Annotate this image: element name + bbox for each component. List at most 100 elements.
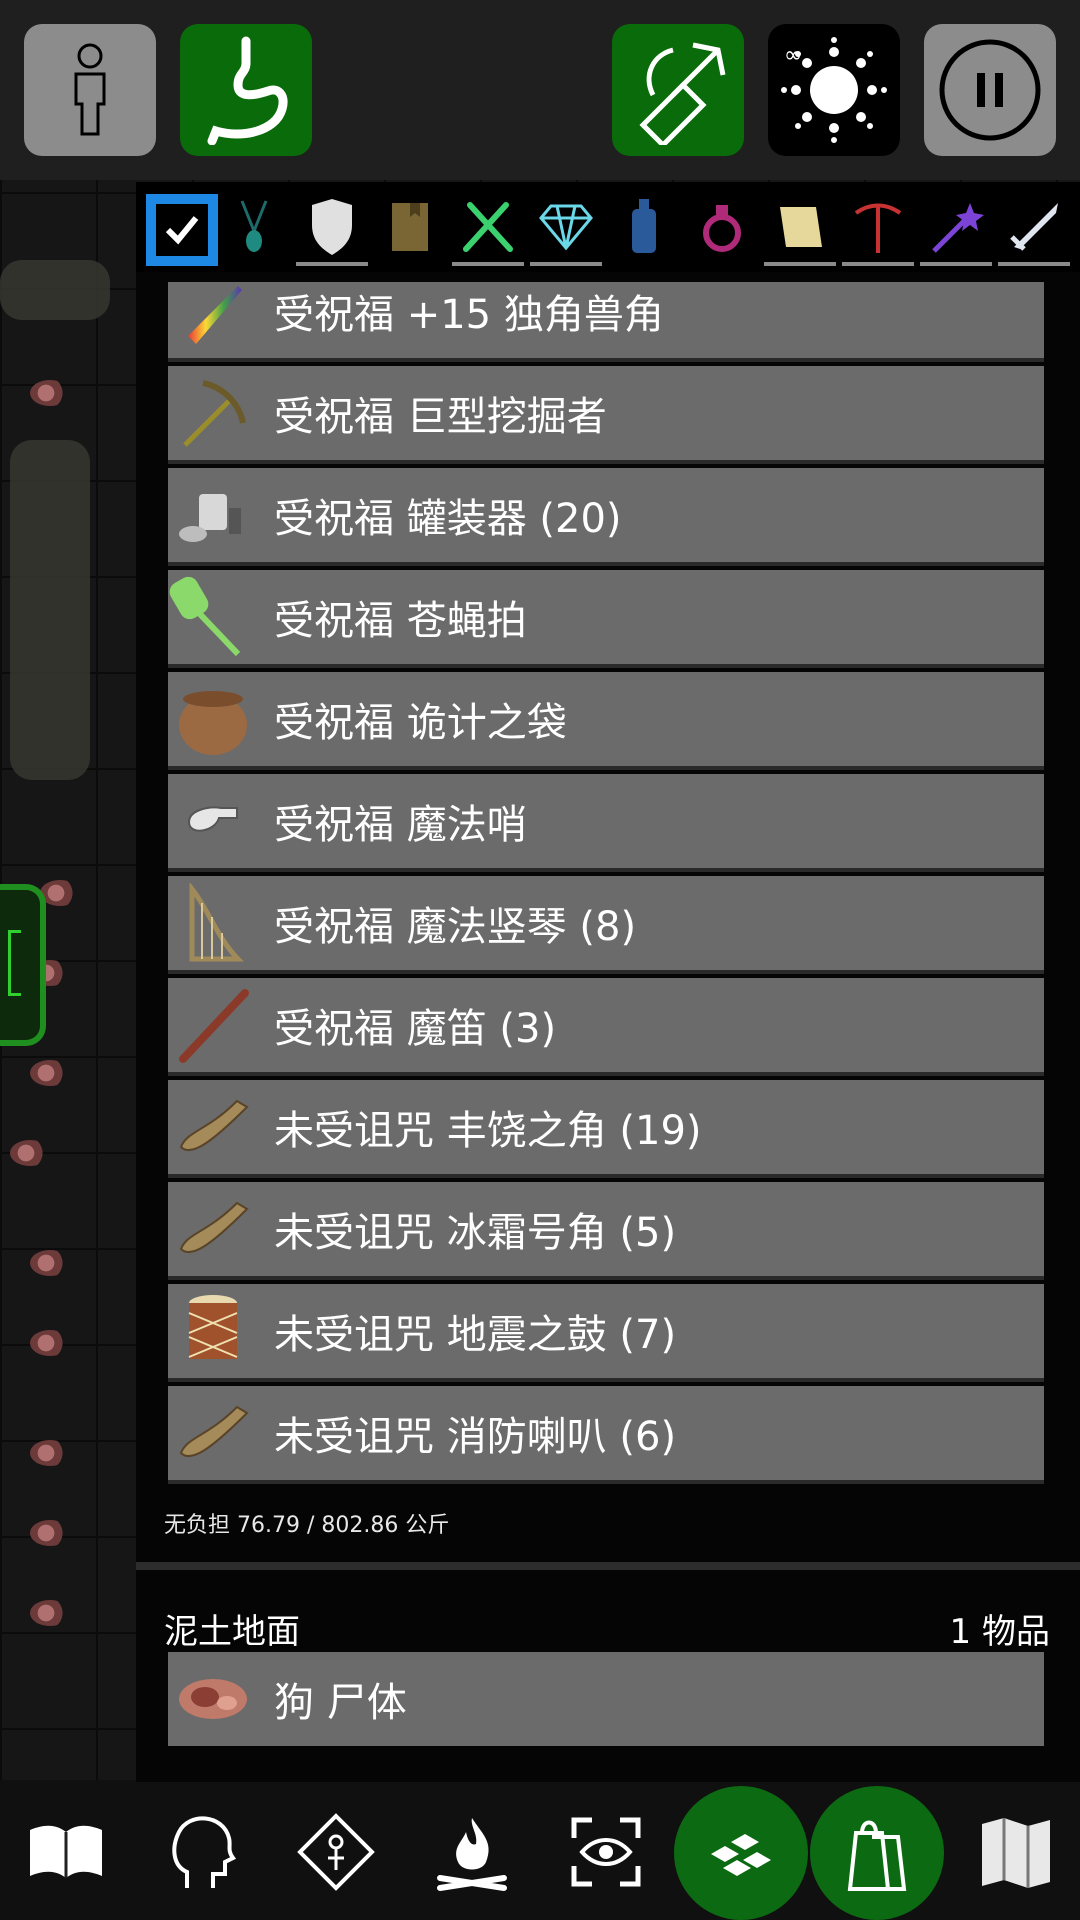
pickaxe-tab-icon <box>854 203 902 253</box>
sparkle-burst-icon: ∞ <box>781 37 887 143</box>
book-icon <box>392 203 428 251</box>
bags-icon <box>847 1820 907 1891</box>
top-toolbar: ∞ <box>0 0 1080 180</box>
spell-button[interactable]: ∞ <box>768 24 900 156</box>
inventory-item[interactable]: 受祝福 诡计之袋 <box>168 672 1044 770</box>
inventory-item[interactable]: 未受诅咒 消防喇叭 (6) <box>168 1386 1044 1484</box>
map-corpse-marker <box>30 380 70 406</box>
flyswatter-icon <box>169 576 241 657</box>
look-button[interactable] <box>556 1802 656 1902</box>
map-corpse-marker <box>40 880 80 906</box>
left-edge-toggle[interactable] <box>0 884 46 1046</box>
pause-icon <box>939 39 1041 141</box>
sword-icon <box>1010 203 1058 251</box>
tab-scrolls[interactable] <box>764 194 836 266</box>
item-label: 受祝福 +15 独角兽角 <box>274 292 664 338</box>
horn-icon <box>179 1405 249 1458</box>
unicorn-horn-icon <box>188 286 242 344</box>
chat-button[interactable] <box>152 1802 252 1902</box>
inventory-item[interactable]: 受祝福 罐装器 (20) <box>168 468 1044 566</box>
tab-wands[interactable] <box>920 194 992 266</box>
diamond-sigil-icon <box>297 1813 375 1891</box>
scroll-icon <box>780 207 822 247</box>
item-label: 受祝福 魔法竖琴 (8) <box>274 904 637 950</box>
hunger-status-button[interactable] <box>180 24 312 156</box>
inventory-item[interactable]: 受祝福 苍蝇拍 <box>168 570 1044 668</box>
map-corpse-marker <box>30 1250 70 1276</box>
inventory-item[interactable]: 受祝福 巨型挖掘者 <box>168 366 1044 464</box>
character-button[interactable] <box>24 24 156 156</box>
inventory-item[interactable]: 未受诅咒 丰饶之角 (19) <box>168 1080 1044 1178</box>
item-label: 未受诅咒 地震之鼓 (7) <box>274 1312 677 1358</box>
item-label: 受祝福 罐装器 (20) <box>274 496 622 542</box>
inventory-item-list[interactable]: 受祝福 +15 独角兽角 受祝福 巨型挖掘者 受祝福 罐装器 (20) 受祝福 … <box>168 282 1044 1662</box>
skills-button[interactable] <box>286 1802 386 1902</box>
tinning-kit-icon <box>179 494 241 542</box>
tab-gems[interactable] <box>530 194 602 266</box>
tab-rings[interactable] <box>686 194 758 260</box>
pickaxe-icon <box>183 380 246 447</box>
ring-icon <box>703 205 741 252</box>
quiver-button[interactable] <box>612 24 744 156</box>
tab-books[interactable] <box>374 194 446 260</box>
journal-button[interactable] <box>16 1802 116 1902</box>
inventory-panel: 受祝福 +15 独角兽角 受祝福 巨型挖掘者 受祝福 罐装器 (20) 受祝福 … <box>136 182 1080 1782</box>
harp-icon <box>189 883 245 962</box>
rest-button[interactable] <box>422 1802 522 1902</box>
floor-tiles-button[interactable] <box>674 1786 808 1920</box>
drum-icon <box>188 1295 238 1359</box>
floor-tiles-icon <box>711 1834 771 1876</box>
magic-wand-icon <box>932 203 984 253</box>
map-button[interactable] <box>966 1802 1066 1902</box>
item-label: 受祝福 苍蝇拍 <box>274 598 527 644</box>
pick-up-button[interactable] <box>810 1786 944 1920</box>
tab-weapons[interactable] <box>998 194 1070 266</box>
map-corpse-marker <box>10 1140 50 1166</box>
fork-knife-icon <box>463 202 513 252</box>
head-profile-icon <box>172 1816 237 1888</box>
pause-button[interactable] <box>924 24 1056 156</box>
map-corpse-marker <box>30 1060 70 1086</box>
horn-icon <box>179 1201 249 1254</box>
item-label: 未受诅咒 消防喇叭 (6) <box>274 1414 677 1460</box>
inventory-item[interactable]: 未受诅咒 冰霜号角 (5) <box>168 1182 1044 1280</box>
item-label: 受祝福 诡计之袋 <box>274 700 567 746</box>
open-book-icon <box>30 1825 102 1878</box>
tab-potions[interactable] <box>608 194 680 260</box>
eye-focus-icon <box>571 1817 641 1887</box>
item-label: 受祝福 魔笛 (3) <box>274 1006 557 1052</box>
diamond-icon <box>539 204 593 251</box>
map-corpse-marker <box>30 1440 70 1466</box>
rock-wall <box>10 440 90 780</box>
tab-amulets[interactable] <box>218 194 290 260</box>
inventory-item[interactable]: 受祝福 魔法哨 <box>168 774 1044 872</box>
inventory-item[interactable]: 受祝福 魔法竖琴 (8) <box>168 876 1044 974</box>
potion-bottle-icon <box>632 199 656 253</box>
inventory-item[interactable]: 未受诅咒 地震之鼓 (7) <box>168 1284 1044 1382</box>
map-corpse-marker <box>30 1520 70 1546</box>
inventory-item[interactable]: 受祝福 魔笛 (3) <box>168 978 1044 1076</box>
tab-armor[interactable] <box>296 194 368 266</box>
tab-tools[interactable] <box>842 194 914 266</box>
encumbrance-weight-text: 无负担 76.79 / 802.86 公斤 <box>164 1513 450 1538</box>
tab-all[interactable] <box>146 194 218 266</box>
person-icon <box>74 43 106 136</box>
inventory-item[interactable]: 受祝福 +15 独角兽角 <box>168 282 1044 362</box>
corpse-icon <box>179 1679 247 1719</box>
floor-item-count: 1 物品 <box>949 1612 1050 1652</box>
campfire-icon <box>437 1818 507 1891</box>
flute-icon <box>179 989 249 1063</box>
shield-icon <box>312 199 352 255</box>
bottom-toolbar <box>0 1784 1080 1920</box>
item-label: 未受诅咒 冰霜号角 (5) <box>274 1210 677 1256</box>
rock-wall <box>0 260 110 320</box>
svg-text:∞: ∞ <box>784 43 802 68</box>
item-label: 狗 尸体 <box>274 1680 407 1726</box>
folded-map-icon <box>982 1818 1050 1888</box>
tab-food[interactable] <box>452 194 524 266</box>
map-corpse-marker <box>30 1330 70 1356</box>
inventory-category-tabs <box>136 182 1080 272</box>
item-label: 未受诅咒 丰饶之角 (19) <box>274 1108 702 1154</box>
checkmark-icon <box>165 216 199 245</box>
floor-item[interactable]: 狗 尸体 <box>168 1652 1044 1746</box>
